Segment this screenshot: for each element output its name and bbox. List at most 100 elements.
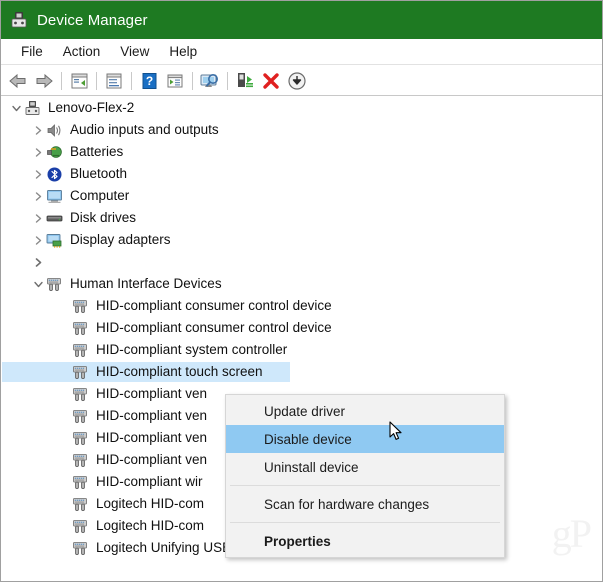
tree-leaf-hid-system-controller[interactable]: HID-compliant system controller (2, 339, 602, 361)
tree-node-disk-drives[interactable]: Disk drives (2, 207, 602, 229)
toolbar-scan[interactable] (162, 68, 188, 94)
hid-icon (72, 386, 89, 403)
tree-node-audio[interactable]: Audio inputs and outputs (2, 119, 602, 141)
hid-icon (72, 452, 89, 469)
toolbar-list-view[interactable] (101, 68, 127, 94)
watermark: gP (551, 511, 592, 556)
scan-monitor-icon (200, 73, 218, 87)
monitor-icon (46, 188, 63, 205)
chevron-right-icon[interactable] (30, 119, 46, 141)
tree-root-row[interactable]: Lenovo-Flex-2 (2, 97, 602, 119)
context-menu[interactable]: Update driver Disable device Uninstall d… (225, 394, 505, 558)
toolbar-separator (192, 71, 193, 90)
toolbar-help[interactable]: ? (136, 68, 162, 94)
computer-root-icon (24, 100, 41, 117)
tree-leaf-label: Logitech HID-com (96, 518, 205, 533)
tree-node-label: Display adapters (70, 232, 171, 247)
toolbar-scan-hardware[interactable] (197, 68, 223, 94)
tree-leaf-hid-consumer-control-1[interactable]: HID-compliant consumer control device (2, 295, 602, 317)
tree-node-label (46, 261, 49, 264)
chevron-right-icon[interactable] (30, 229, 46, 251)
chevron-right-icon[interactable] (30, 141, 46, 163)
tree-leaf-hid-touch-screen[interactable]: HID-compliant touch screen (2, 361, 602, 383)
hid-icon (72, 298, 89, 315)
hid-icon (72, 342, 89, 359)
toolbar-back[interactable] (5, 68, 31, 94)
tree-leaf-label: HID-compliant ven (96, 452, 208, 467)
ctx-scan-hardware-changes[interactable]: Scan for hardware changes (226, 490, 504, 518)
tree-leaf-label: HID-compliant wir (96, 474, 203, 489)
menu-file[interactable]: File (11, 42, 53, 62)
hid-icon (46, 276, 63, 293)
tree-leaf-label: Logitech HID-com (96, 496, 205, 511)
hid-icon (72, 474, 89, 491)
device-manager-window: Device Manager File Action View Help ? L… (0, 0, 603, 582)
uninstall-red-x-icon (263, 72, 279, 89)
tree-root-label: Lenovo-Flex-2 (48, 100, 135, 115)
bluetooth-icon (46, 166, 63, 183)
help-question-icon: ? (142, 72, 157, 89)
toolbar-separator (131, 71, 132, 90)
display-adapter-icon (46, 232, 63, 249)
menu-action[interactable]: Action (53, 42, 111, 62)
hid-icon (72, 408, 89, 425)
tree-node-bluetooth[interactable]: Bluetooth (2, 163, 602, 185)
tree-node-label: Disk drives (70, 210, 137, 225)
chevron-right-icon[interactable] (30, 185, 46, 207)
tree-node-human-interface-devices[interactable]: Human Interface Devices (2, 273, 602, 295)
tree-leaf-label: HID-compliant ven (96, 430, 208, 445)
tree-node-label: Audio inputs and outputs (70, 122, 219, 137)
toolbar-uninstall[interactable] (258, 68, 284, 94)
toolbar-separator (96, 71, 97, 90)
chevron-down-icon[interactable] (8, 97, 24, 119)
svg-text:?: ? (146, 74, 153, 88)
hid-icon (72, 496, 89, 513)
hid-icon (72, 364, 89, 381)
tree-leaf-label: HID-compliant ven (96, 408, 208, 423)
battery-icon (46, 144, 63, 161)
properties-window-icon (71, 73, 88, 88)
toolbar-disable[interactable] (284, 68, 310, 94)
chevron-right-icon[interactable] (30, 163, 46, 185)
ctx-update-driver[interactable]: Update driver (226, 397, 504, 425)
toolbar-properties[interactable] (66, 68, 92, 94)
hid-icon (72, 518, 89, 535)
hid-icon (72, 320, 89, 337)
menu-view[interactable]: View (110, 42, 159, 62)
list-view-icon (106, 73, 122, 88)
ctx-properties[interactable]: Properties (226, 527, 504, 555)
toolbar-forward[interactable] (31, 68, 57, 94)
tree-leaf-label: HID-compliant consumer control device (96, 320, 332, 335)
hid-icon (72, 430, 89, 447)
ctx-uninstall-device[interactable]: Uninstall device (226, 453, 504, 481)
tree-node-label: Bluetooth (70, 166, 128, 181)
tree-leaf-label: HID-compliant touch screen (96, 364, 263, 379)
tree-node-batteries[interactable]: Batteries (2, 141, 602, 163)
chevron-right-icon[interactable] (30, 207, 46, 229)
disable-device-icon (288, 71, 306, 90)
tree-leaf-label: HID-compliant consumer control device (96, 298, 332, 313)
toolbar: ? (1, 66, 602, 96)
chevron-right-icon[interactable] (30, 251, 46, 273)
context-menu-separator (230, 485, 500, 486)
speaker-icon (46, 122, 63, 139)
window-titlebar: Device Manager (1, 1, 602, 39)
ctx-disable-device[interactable]: Disable device (226, 425, 504, 453)
disk-drive-icon (46, 210, 63, 227)
toolbar-update-driver[interactable] (232, 68, 258, 94)
menubar: File Action View Help (1, 39, 602, 65)
menu-help[interactable]: Help (159, 42, 207, 62)
toolbar-separator (227, 71, 228, 90)
tree-node-label: Computer (70, 188, 130, 203)
hid-icon (72, 540, 89, 557)
tree-leaf-hid-consumer-control-2[interactable]: HID-compliant consumer control device (2, 317, 602, 339)
forward-arrow-icon (36, 73, 53, 88)
tree-node-display-adapters[interactable]: Display adapters (2, 229, 602, 251)
play-list-icon (167, 74, 183, 87)
update-driver-icon (238, 72, 253, 87)
chevron-down-icon[interactable] (30, 273, 46, 295)
toolbar-separator (61, 71, 62, 90)
tree-node-blank[interactable] (2, 251, 602, 273)
tree-node-computer[interactable]: Computer (2, 185, 602, 207)
tree-node-label: Human Interface Devices (70, 276, 222, 291)
